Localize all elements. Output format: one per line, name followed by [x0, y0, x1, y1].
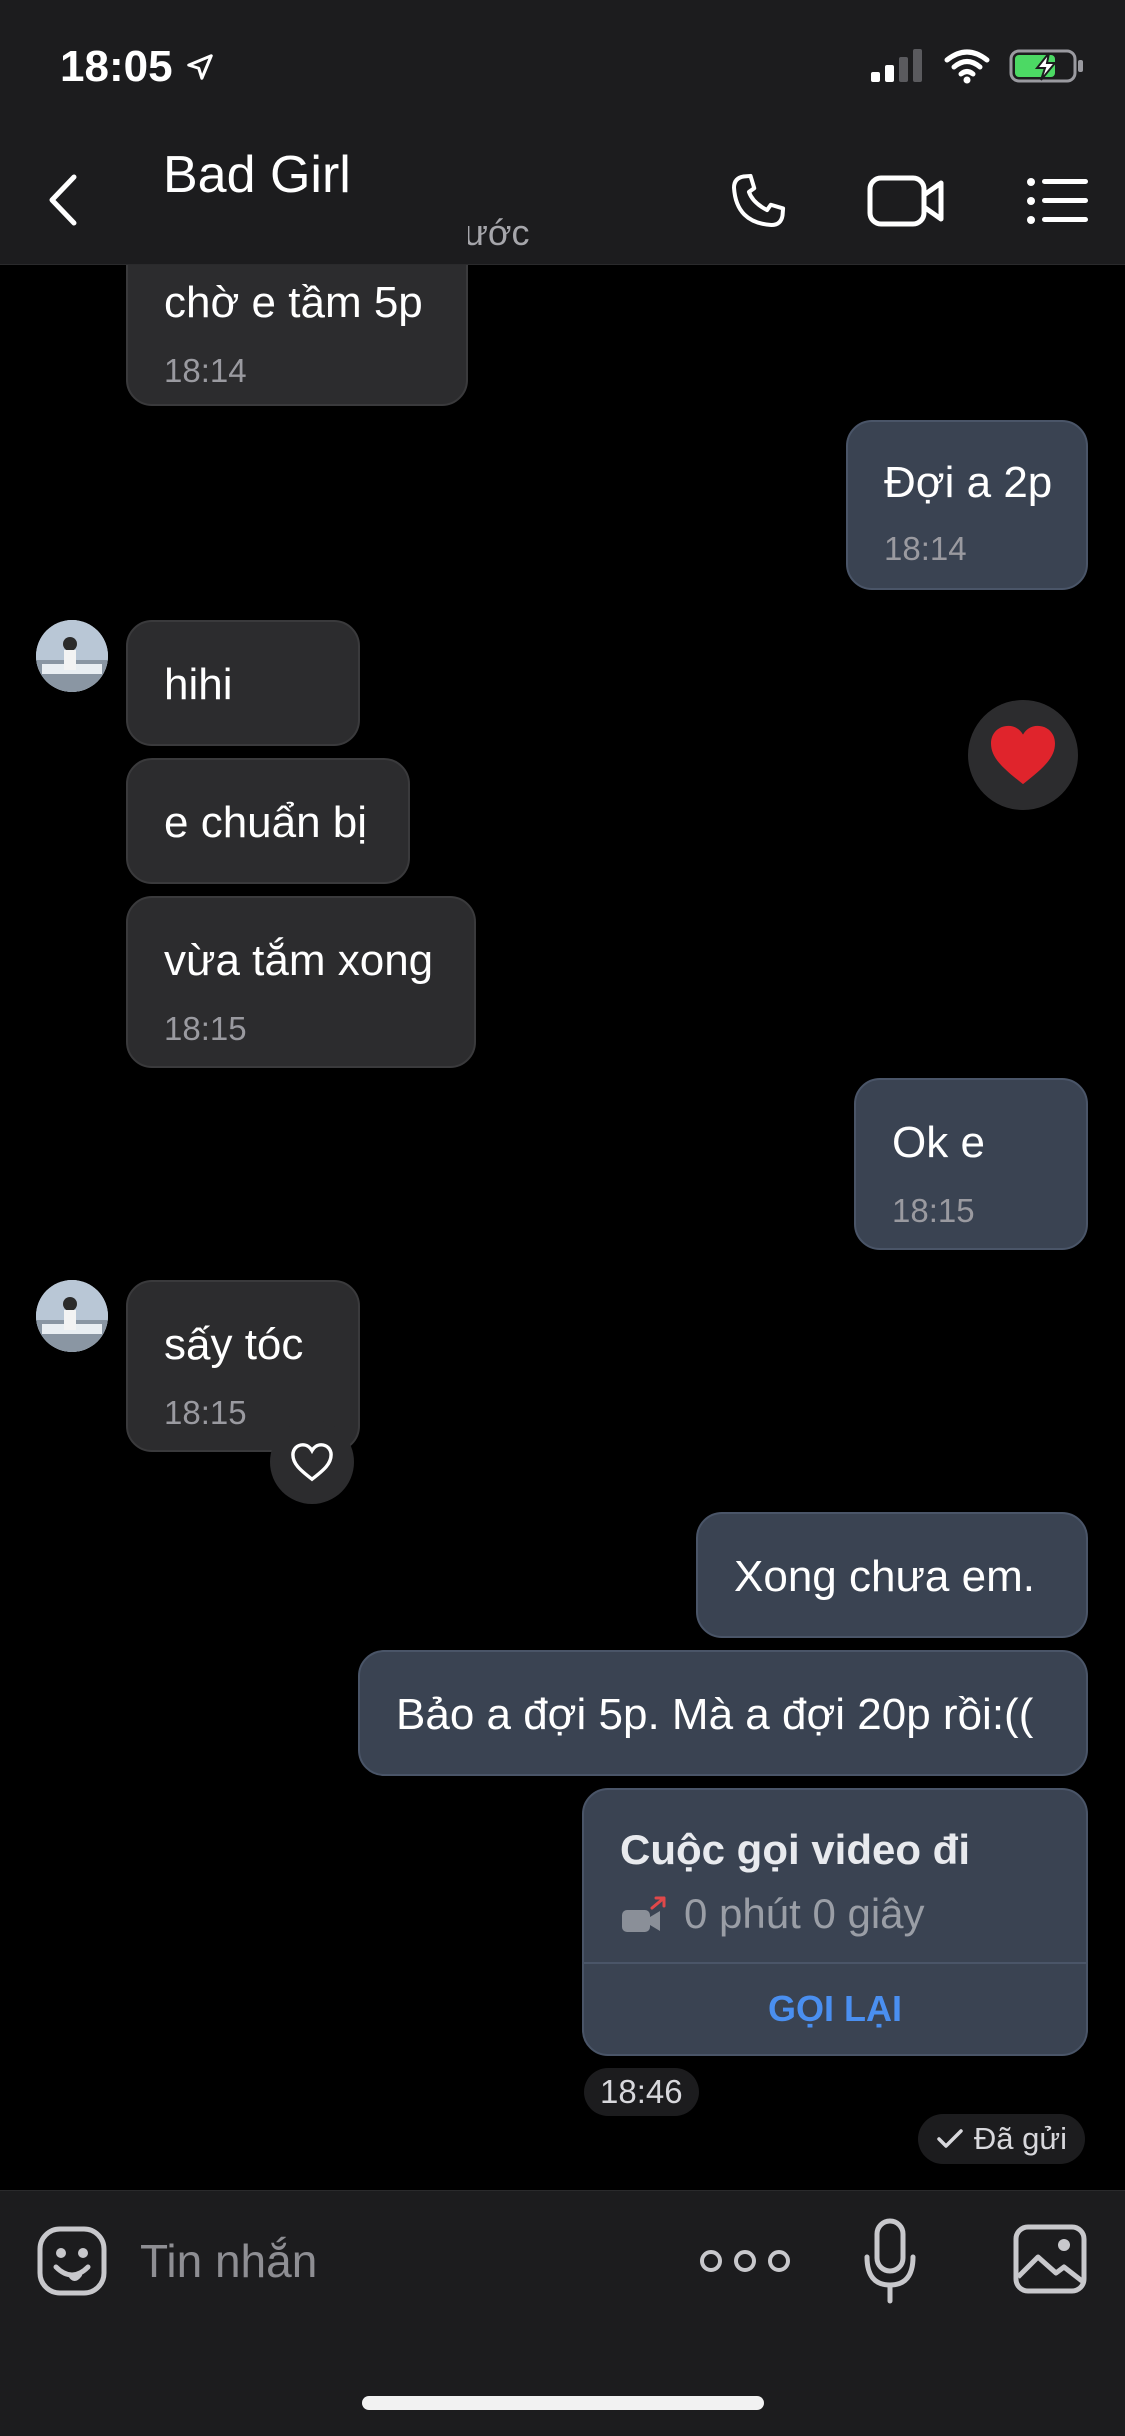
home-indicator	[362, 2396, 764, 2410]
microphone-icon	[864, 2218, 916, 2304]
call-card-title: Cuộc gọi video đi	[620, 1826, 971, 1873]
message-reaction[interactable]	[968, 700, 1078, 810]
message-text: Bảo a đợi 5p. Mà a đợi 20p rồi:((	[396, 1690, 1034, 1739]
incoming-message[interactable]: e chuẩn bị	[126, 758, 410, 884]
heart-icon	[991, 725, 1055, 785]
contact-avatar[interactable]	[36, 1280, 108, 1352]
video-camera-icon	[867, 175, 944, 227]
image-icon	[1013, 2224, 1087, 2294]
call-duration: 0 phút 0 giây	[684, 1890, 925, 1937]
divider	[584, 1962, 1086, 1964]
message-text: e chuẩn bị	[164, 798, 368, 847]
more-icon	[734, 2250, 756, 2272]
incoming-message[interactable]: vừa tắm xong 18:15	[126, 896, 476, 1068]
avatar-photo	[36, 620, 108, 692]
outgoing-message[interactable]: Bảo a đợi 5p. Mà a đợi 20p rồi:((	[358, 1650, 1088, 1776]
video-call-button[interactable]	[866, 163, 946, 239]
wifi-icon	[944, 49, 990, 84]
message-text: Xong chưa em.	[734, 1552, 1035, 1601]
voice-record-button[interactable]	[860, 2217, 920, 2307]
message-time: 18:14	[164, 352, 247, 389]
message-text: sấy tóc	[164, 1320, 304, 1369]
image-picker-button[interactable]	[1012, 2221, 1088, 2297]
message-time: 18:46	[584, 2068, 699, 2116]
signal-icon	[871, 49, 922, 82]
more-icon	[700, 2250, 722, 2272]
conversation-title[interactable]: Bad Girl	[163, 145, 351, 205]
outgoing-message[interactable]: Xong chưa em.	[696, 1512, 1088, 1638]
status-time-text: 18:05	[60, 42, 173, 91]
back-arrow-icon	[49, 174, 77, 226]
header-overlap-mask	[126, 200, 468, 265]
status-bar-time: 18:05	[60, 42, 215, 92]
message-time: 18:15	[164, 1010, 247, 1047]
call-again-button[interactable]: GỌI LẠI	[584, 1988, 1086, 2030]
message-text: Ok e	[892, 1118, 985, 1167]
missed-video-call-icon	[622, 1896, 666, 1932]
battery-charging-icon	[1009, 49, 1083, 83]
status-icons	[869, 48, 1085, 84]
incoming-message[interactable]: hihi	[126, 620, 360, 746]
message-input[interactable]	[140, 2221, 660, 2301]
sent-status-text: Đã gửi	[973, 2121, 1067, 2156]
outgoing-message[interactable]: Ok e 18:15	[854, 1078, 1088, 1250]
contact-avatar[interactable]	[36, 620, 108, 692]
more-options-button[interactable]	[700, 2231, 790, 2291]
emoji-button[interactable]	[36, 2225, 108, 2297]
message-input-bar	[0, 2190, 1125, 2436]
message-time: 18:14	[884, 530, 967, 567]
emoji-icon	[37, 2226, 107, 2296]
message-time: 18:15	[892, 1192, 975, 1229]
message-text: Đợi a 2p	[884, 458, 1053, 507]
message-time: 18:15	[164, 1394, 247, 1431]
message-text: vừa tắm xong	[164, 936, 434, 985]
more-icon	[768, 2250, 790, 2272]
conversation-menu-button[interactable]	[1018, 163, 1098, 239]
checkmark-icon	[937, 2129, 963, 2148]
outgoing-message[interactable]: Đợi a 2p 18:14	[846, 420, 1088, 590]
heart-icon	[291, 1443, 333, 1482]
message-text: chờ e tầm 5p	[164, 278, 423, 327]
avatar-photo	[36, 1280, 108, 1352]
video-call-card[interactable]: Cuộc gọi video đi 0 phút 0 giây GỌI LẠI	[582, 1788, 1088, 2056]
back-button[interactable]	[38, 165, 88, 235]
phone-icon	[732, 173, 786, 227]
list-menu-icon	[1027, 178, 1088, 224]
add-reaction-button[interactable]	[270, 1420, 354, 1504]
voice-call-button[interactable]	[718, 163, 798, 239]
location-arrow-icon	[186, 54, 213, 80]
message-text: hihi	[164, 660, 233, 709]
sent-status-badge: Đã gửi	[917, 2114, 1085, 2164]
